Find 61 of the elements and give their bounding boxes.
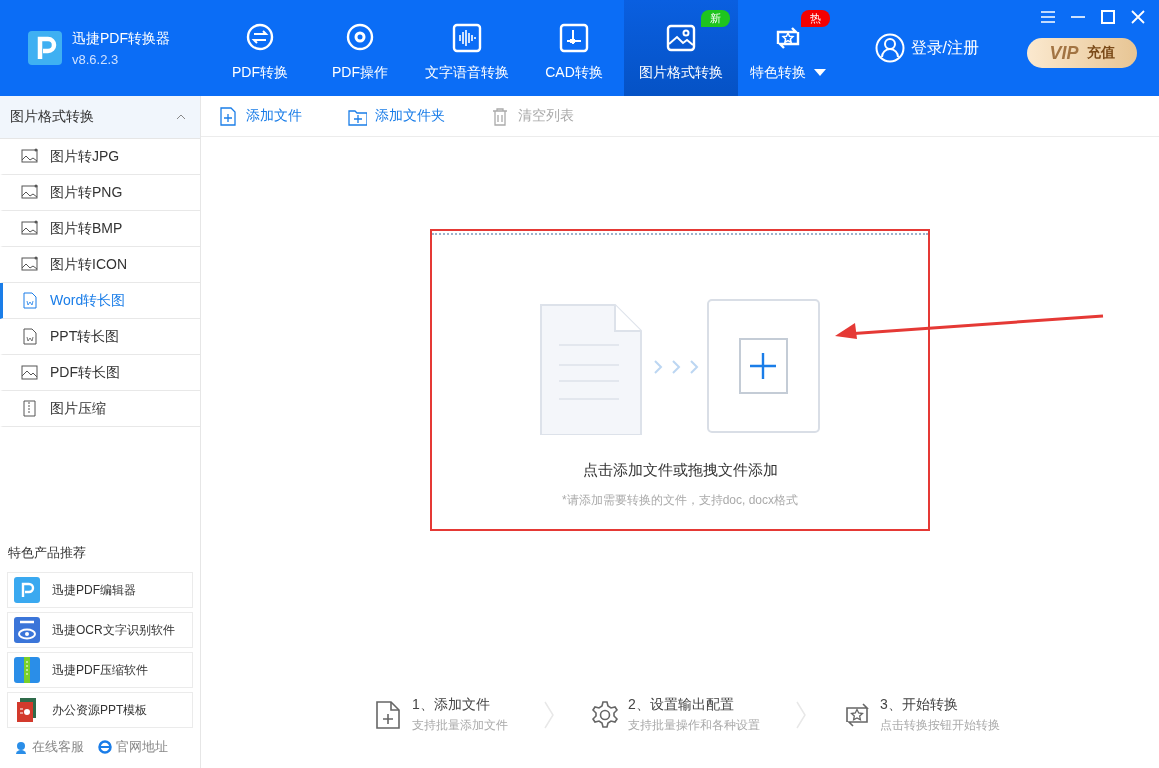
product-link[interactable]: 办公资源PPT模板 — [7, 692, 193, 728]
trash-icon — [491, 106, 510, 126]
image-icon — [21, 256, 38, 273]
drop-zone[interactable]: 点击添加文件或拖拽文件添加 *请添加需要转换的文件，支持doc, docx格式 — [430, 229, 930, 531]
sidebar-item[interactable]: 图片压缩 — [0, 391, 200, 427]
maximize-icon[interactable] — [1101, 10, 1115, 24]
document-icon — [21, 328, 38, 345]
menu-icon[interactable] — [1041, 10, 1055, 24]
sidebar-title: 图片格式转换 — [10, 108, 94, 126]
sidebar-item[interactable]: 图片转PNG — [0, 175, 200, 211]
step-title: 1、添加文件 — [412, 696, 491, 714]
step-subtitle: 支持批量操作和各种设置 — [628, 717, 760, 734]
sidebar-item[interactable]: PDF转长图 — [0, 355, 200, 391]
pdf-app-icon — [14, 577, 40, 603]
image-icon — [21, 220, 38, 237]
image-icon — [21, 184, 38, 201]
login-link[interactable]: 登录/注册 — [874, 0, 979, 96]
nav-tab[interactable]: PDF转换 — [210, 0, 310, 96]
chevron-up-icon — [176, 114, 186, 120]
headset-icon — [14, 740, 28, 754]
step-subtitle: 支持批量添加文件 — [412, 717, 508, 734]
sidebar-item[interactable]: 图片转JPG — [0, 139, 200, 175]
drop-zone-title: 点击添加文件或拖拽文件添加 — [582, 461, 778, 480]
document-icon — [21, 292, 38, 309]
drop-zone-hint: *请添加需要转换的文件，支持doc, docx格式 — [561, 492, 798, 509]
app-logo-icon — [28, 31, 62, 65]
settings-icon — [590, 700, 620, 730]
archive-icon — [21, 400, 38, 417]
nav-tab[interactable]: 文字语音转换 — [410, 0, 524, 96]
image-icon — [665, 22, 697, 54]
sidebar-item[interactable]: 图片转ICON — [0, 247, 200, 283]
image-icon — [21, 148, 38, 165]
image-icon — [21, 364, 38, 381]
wave-icon — [451, 22, 483, 54]
close-icon[interactable] — [1131, 10, 1145, 24]
step-subtitle: 点击转换按钮开始转换 — [880, 717, 1000, 734]
footer-link[interactable]: 官网地址 — [98, 738, 168, 756]
sidebar-item[interactable]: Word转长图 — [0, 283, 200, 319]
user-icon — [874, 33, 905, 63]
product-link[interactable]: 迅捷PDF压缩软件 — [7, 652, 193, 688]
sidebar-header[interactable]: 图片格式转换 — [0, 96, 200, 139]
app-name: 迅捷PDF转换器 — [72, 29, 170, 48]
toolbar-button[interactable]: 添加文件夹 — [348, 106, 445, 126]
file-add-icon — [219, 106, 238, 126]
nav-badge: 新 — [701, 10, 730, 27]
toolbar-button[interactable]: 添加文件 — [219, 106, 302, 126]
product-link[interactable]: 迅捷PDF编辑器 — [7, 572, 193, 608]
nav-badge: 热 — [801, 10, 830, 27]
nav-tab[interactable]: PDF操作 — [310, 0, 410, 96]
footer-link[interactable]: 在线客服 — [14, 738, 84, 756]
zip-app-icon — [14, 657, 40, 683]
app-version: v8.6.2.3 — [72, 51, 120, 67]
sidebar-item[interactable]: 图片转BMP — [0, 211, 200, 247]
step-title: 3、开始转换 — [880, 696, 959, 714]
ocr-app-icon — [14, 617, 40, 643]
nav-tab[interactable]: CAD转换 — [524, 0, 624, 96]
product-link[interactable]: 迅捷OCR文字识别软件 — [7, 612, 193, 648]
step-title: 2、设置输出配置 — [628, 696, 735, 714]
vip-recharge-button[interactable]: VIP 充值 — [1027, 38, 1137, 68]
sidebar-item[interactable]: PPT转长图 — [0, 319, 200, 355]
recommend-title: 特色产品推荐 — [8, 544, 87, 562]
